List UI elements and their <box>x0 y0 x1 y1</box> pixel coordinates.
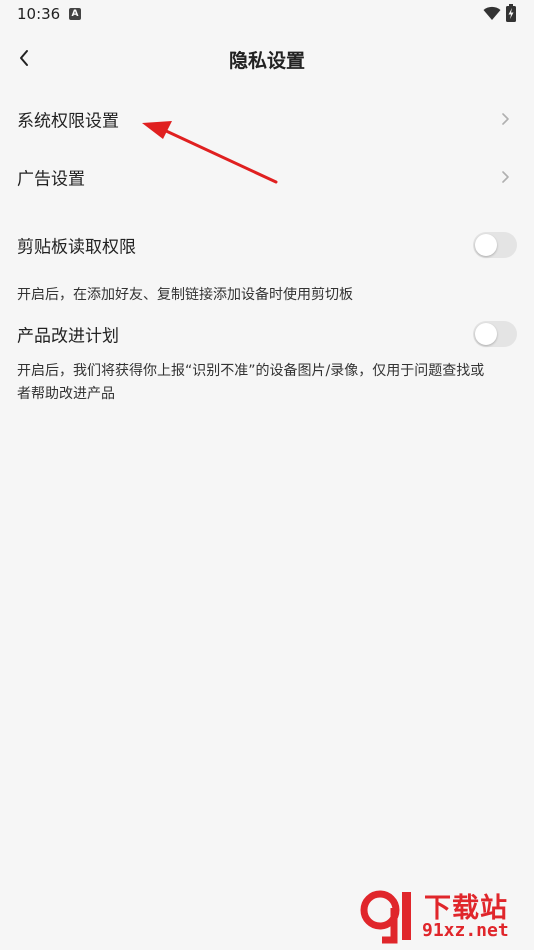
clipboard-permission-toggle[interactable] <box>473 232 517 258</box>
status-bar: 10:36 A <box>0 0 534 28</box>
wifi-icon <box>483 6 501 25</box>
product-improvement-label: 产品改进计划 <box>17 326 119 347</box>
page-title: 隐私设置 <box>228 50 305 72</box>
status-time: 10:36 <box>17 5 61 23</box>
ad-settings-row[interactable]: 广告设置 <box>0 149 534 205</box>
watermark-logo-icon <box>360 890 411 944</box>
battery-charging-icon <box>506 4 516 26</box>
watermark-domain: 91xz.net <box>422 920 509 941</box>
product-improvement-toggle[interactable] <box>473 321 517 347</box>
watermark: 下载站 91xz.net <box>358 884 528 948</box>
clipboard-permission-row: 剪贴板读取权限 <box>0 217 534 273</box>
chevron-right-icon <box>502 171 509 183</box>
clipboard-permission-label: 剪贴板读取权限 <box>17 237 136 258</box>
clipboard-permission-description: 开启后，在添加好友、复制链接添加设备时使用剪切板 <box>17 287 353 303</box>
system-permission-settings-row[interactable]: 系统权限设置 <box>0 91 534 147</box>
header: 隐私设置 <box>0 36 534 80</box>
chevron-right-icon <box>502 113 509 125</box>
system-permission-settings-label: 系统权限设置 <box>17 111 119 132</box>
toggle-knob <box>475 234 497 256</box>
product-improvement-row: 产品改进计划 <box>0 306 534 362</box>
toggle-knob <box>475 323 497 345</box>
app-notification-icon: A <box>69 8 81 20</box>
product-improvement-description: 开启后，我们将获得你上报“识别不准”的设备图片/录像，仅用于问题查找或者帮助改进… <box>17 363 485 402</box>
ad-settings-label: 广告设置 <box>17 169 85 190</box>
